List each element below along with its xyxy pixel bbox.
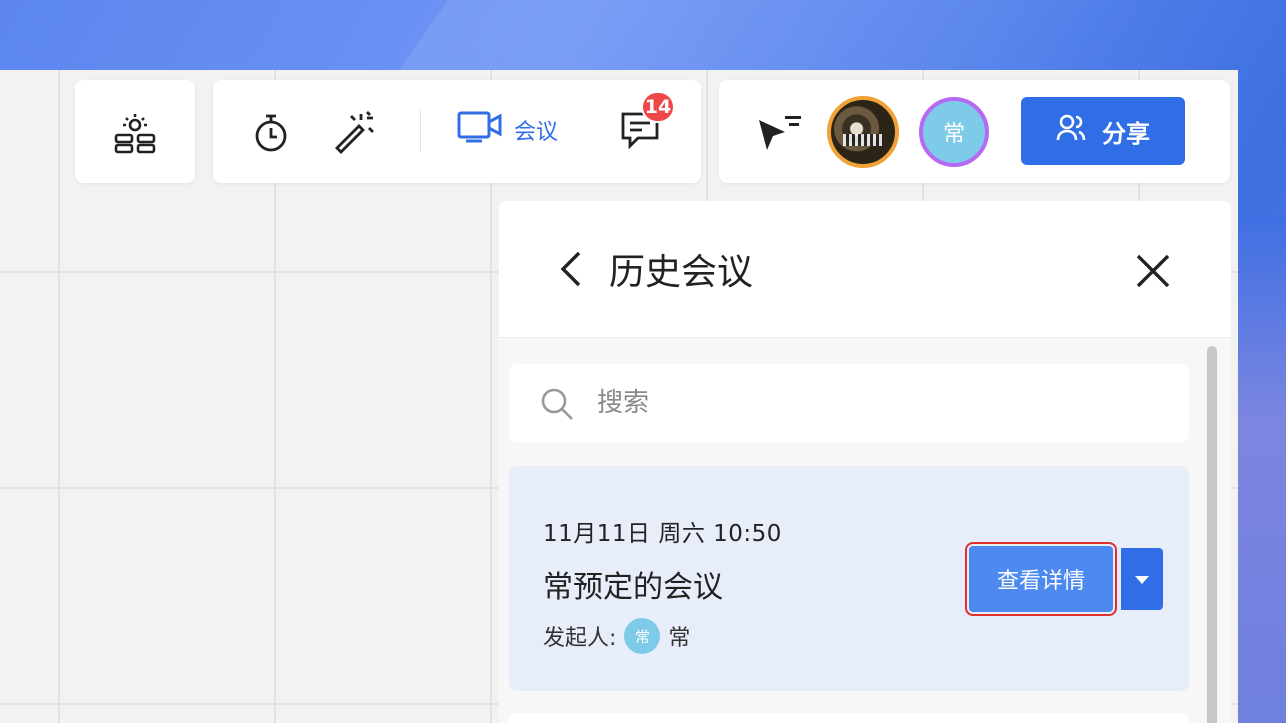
meeting-title: 常预定的会议	[543, 570, 723, 605]
video-camera-icon	[456, 107, 504, 153]
more-options-button[interactable]	[1121, 548, 1163, 610]
initiator-avatar: 常	[624, 618, 661, 654]
back-icon[interactable]	[557, 249, 583, 293]
toolbar-divider	[420, 110, 421, 152]
panel-scrollbar[interactable]	[1207, 346, 1217, 723]
team-icon[interactable]	[113, 110, 157, 154]
background-decoration	[391, 0, 1149, 80]
cursor-follow-icon[interactable]	[755, 110, 805, 156]
search-input[interactable]	[597, 382, 1157, 424]
meeting-card[interactable]: 11月11日 周六 10:50 常预定的会议 发起人: 常 常 查看详情	[509, 466, 1189, 691]
search-box[interactable]	[509, 364, 1189, 442]
meeting-date: 11月11日 周六 10:50	[543, 521, 782, 547]
toolbar-right: 常 分享	[719, 80, 1230, 183]
toolbar-middle: 会议 14	[213, 80, 701, 183]
initiator-name: 常	[668, 626, 691, 651]
share-button[interactable]: 分享	[1021, 97, 1185, 165]
comment-count-badge: 14	[641, 91, 675, 123]
share-label: 分享	[1102, 119, 1150, 148]
history-meetings-panel: 历史会议 11月11日 周六 10:50 常预定的会议 发起人: 常 常 查看详…	[499, 201, 1231, 723]
users-icon	[1056, 113, 1086, 149]
meeting-button[interactable]: 会议	[456, 104, 558, 156]
magic-wand-icon[interactable]	[331, 108, 377, 154]
meeting-initiator: 发起人: 常 常	[543, 618, 690, 654]
caret-down-icon	[1134, 570, 1150, 589]
background-decoration-right	[1232, 215, 1286, 723]
panel-title: 历史会议	[609, 252, 754, 293]
user-avatar-photo[interactable]	[827, 96, 899, 168]
search-icon	[539, 386, 575, 426]
panel-header: 历史会议	[499, 201, 1231, 338]
view-details-button[interactable]: 查看详情	[965, 542, 1117, 616]
toolbar-left	[75, 80, 195, 183]
close-icon[interactable]	[1135, 253, 1171, 293]
meeting-card-next[interactable]	[509, 713, 1189, 723]
initiator-label: 发起人:	[543, 626, 617, 651]
user-avatar[interactable]: 常	[919, 97, 989, 167]
timer-icon[interactable]	[249, 110, 293, 154]
meeting-label: 会议	[514, 120, 559, 145]
